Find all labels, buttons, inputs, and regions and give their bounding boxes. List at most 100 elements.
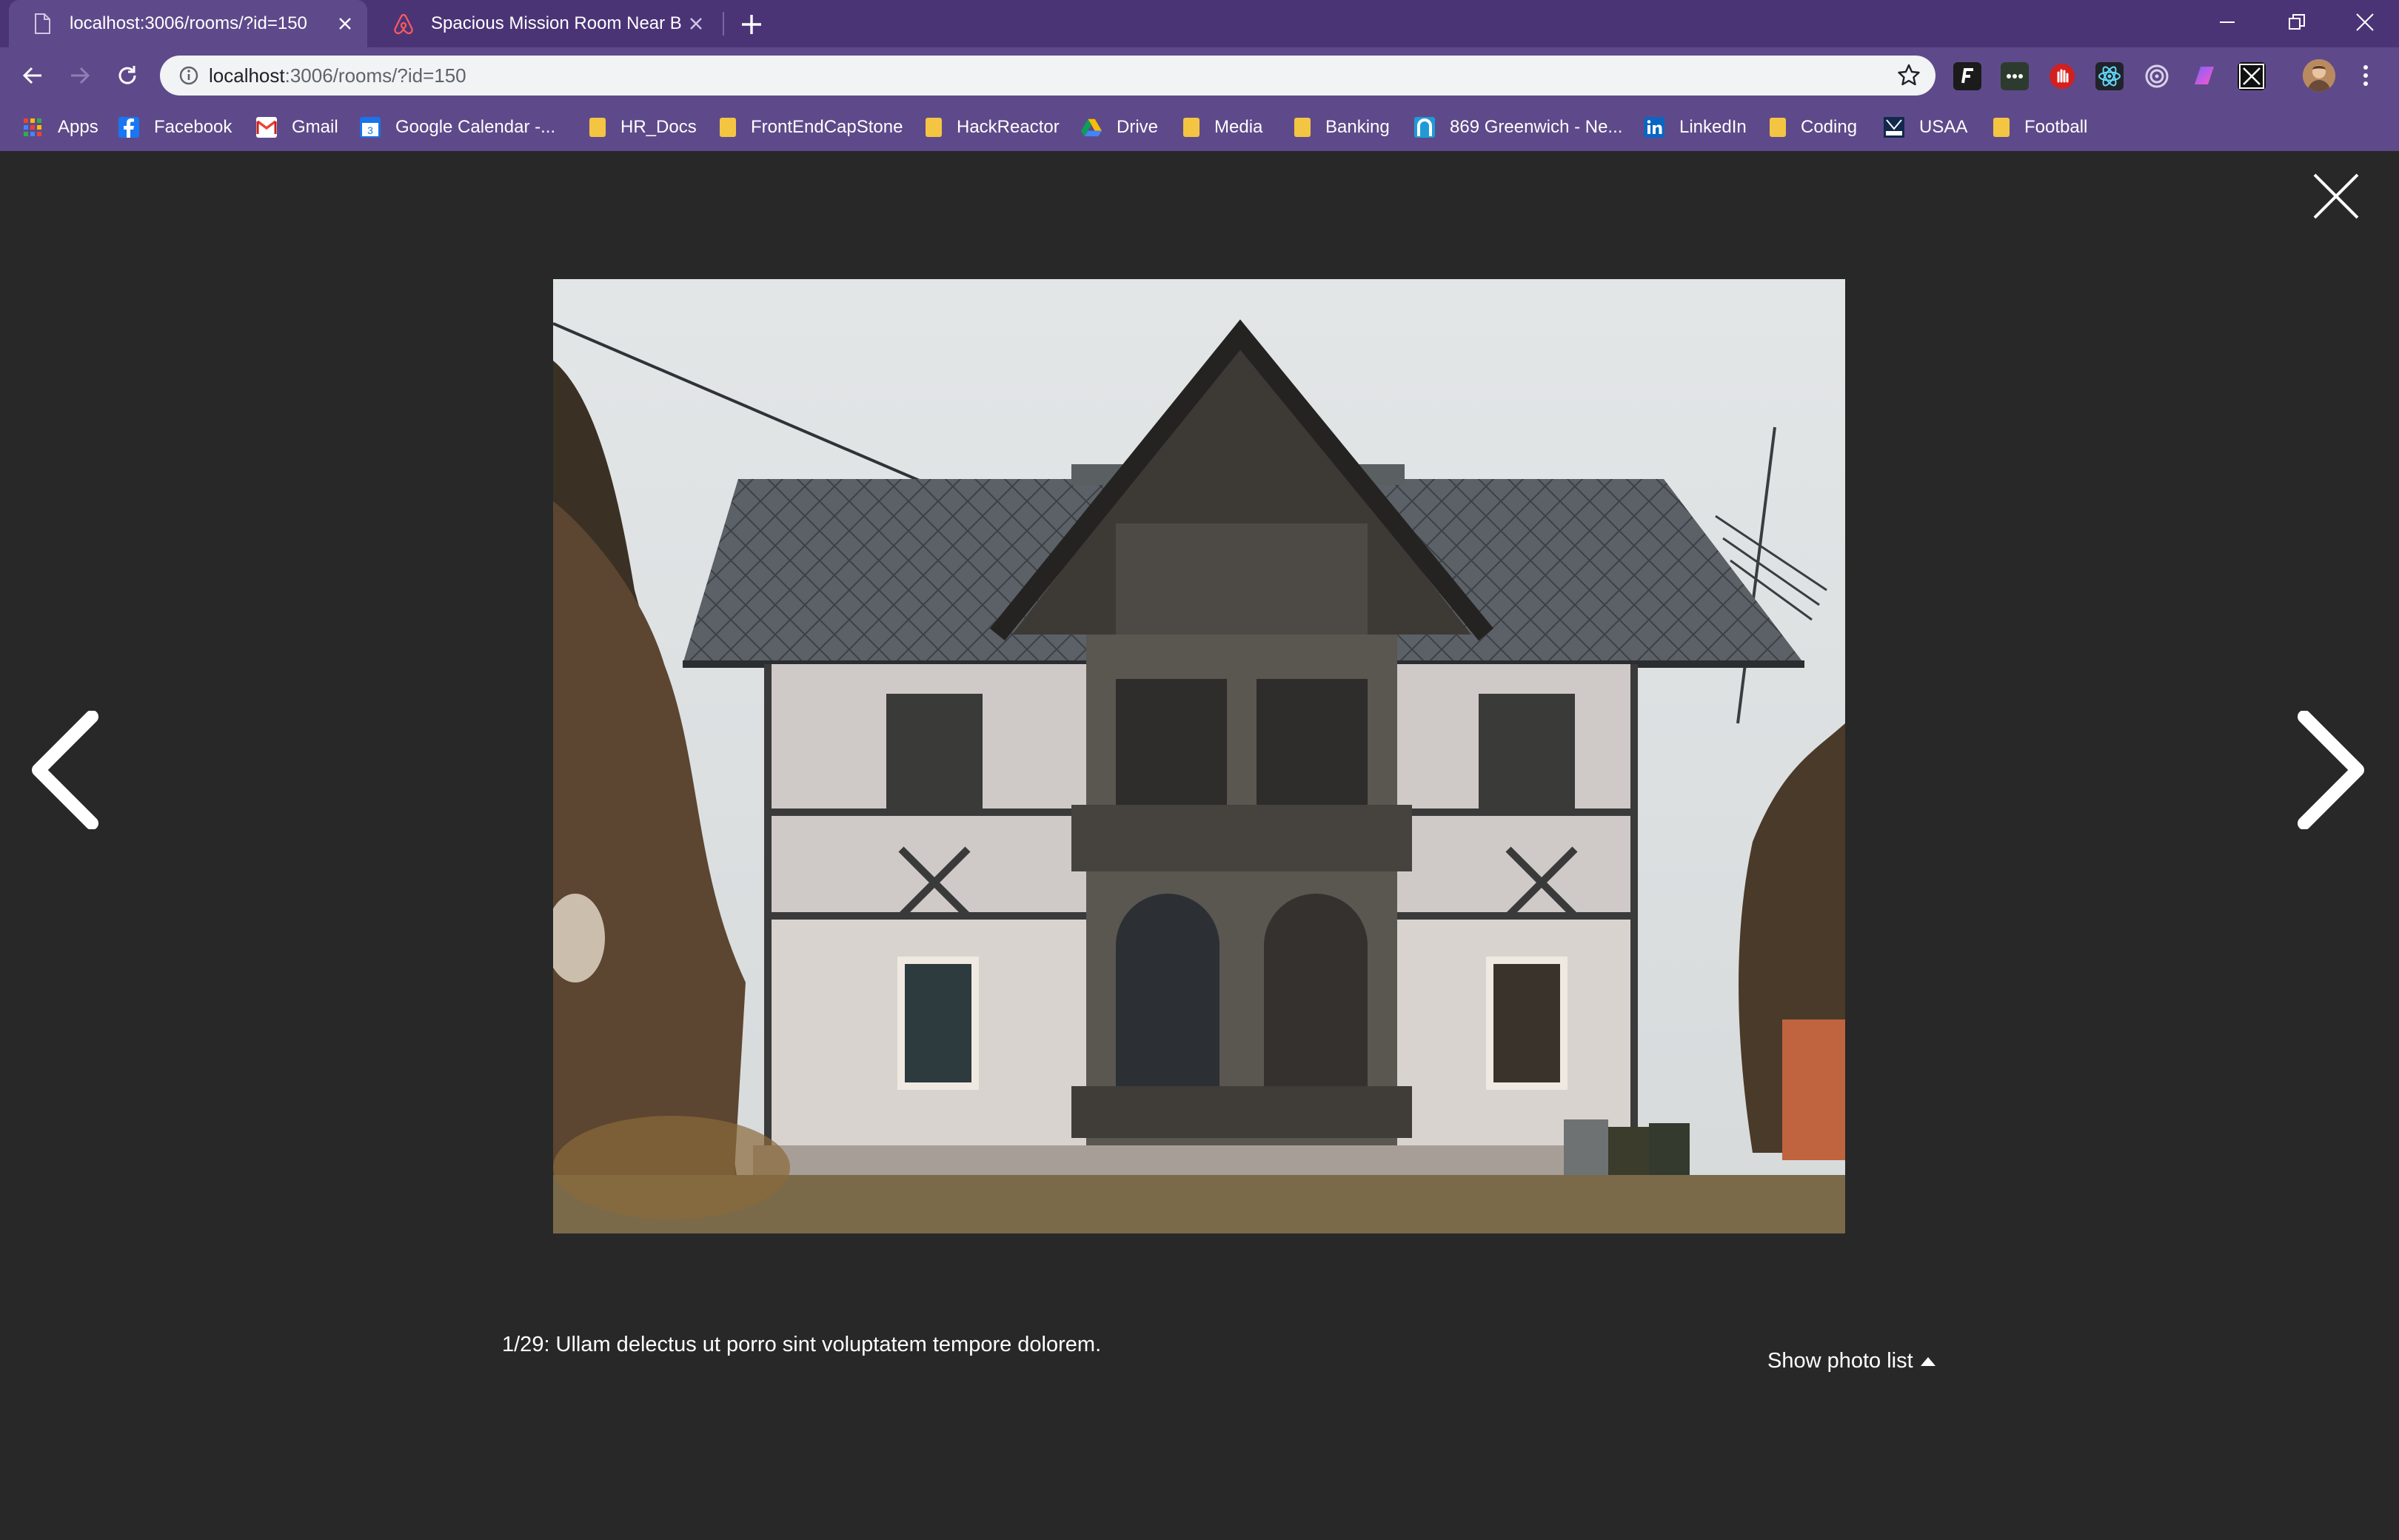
folder-icon <box>1770 118 1786 137</box>
linkedin-icon <box>1644 117 1664 138</box>
reload-icon <box>118 66 136 84</box>
calendar-icon: 3 <box>360 117 381 138</box>
folder-icon <box>589 118 606 137</box>
tab-divider <box>723 12 724 36</box>
more-vert-icon <box>2363 65 2368 86</box>
photo-caption: 1/29: Ullam delectus ut porro sint volupt… <box>502 1333 1101 1357</box>
chevron-left-icon <box>32 710 98 830</box>
bookmark-apps[interactable]: Apps <box>22 104 98 151</box>
house-photo <box>553 279 1845 1233</box>
address-bar[interactable]: localhost:3006/rooms/?id=150 <box>160 56 1935 96</box>
bookmark-coding[interactable]: Coding <box>1770 104 1857 151</box>
new-tab-button[interactable] <box>733 6 770 43</box>
drive-icon <box>1081 117 1102 138</box>
bookmark-label: FrontEndCapStone <box>751 117 903 137</box>
apps-grid-icon <box>22 117 43 138</box>
bookmark-football[interactable]: Football <box>1993 104 2087 151</box>
folder-icon <box>1183 118 1200 137</box>
bookmark-drive[interactable]: Drive <box>1081 104 1158 151</box>
bookmark-label: Football <box>2024 117 2088 137</box>
tab-strip: localhost:3006/rooms/?id=150 Spacious Mi… <box>0 0 2399 47</box>
show-photo-list-label: Show photo list <box>1767 1349 1913 1373</box>
info-icon[interactable] <box>169 65 209 86</box>
extension-target-icon[interactable] <box>2143 62 2171 90</box>
tab-title: Spacious Mission Room Near BART <box>431 13 681 33</box>
extension-dots-icon[interactable] <box>2001 62 2029 90</box>
extension-f-icon[interactable] <box>1953 62 1981 90</box>
bookmark-label: Coding <box>1801 117 1858 137</box>
airbnb-icon <box>392 13 415 35</box>
extension-color-icon[interactable] <box>2190 62 2218 90</box>
avatar[interactable] <box>2303 59 2335 92</box>
minimize-button[interactable] <box>2193 0 2261 44</box>
bookmark-banking[interactable]: Banking <box>1294 104 1390 151</box>
restore-icon <box>2289 14 2305 30</box>
bookmark-label: Media <box>1214 117 1263 137</box>
bookmark-869-greenwich[interactable]: 869 Greenwich - Ne... <box>1414 104 1622 151</box>
bookmark-label: HackReactor <box>957 117 1060 137</box>
folder-icon <box>926 118 942 137</box>
bookmark-label: Banking <box>1325 117 1390 137</box>
forward-button[interactable] <box>61 56 99 95</box>
restore-button[interactable] <box>2263 0 2331 44</box>
bookmark-media[interactable]: Media <box>1183 104 1262 151</box>
close-icon <box>2313 173 2359 219</box>
bookmark-linkedin[interactable]: LinkedIn <box>1644 104 1747 151</box>
reload-button[interactable] <box>108 56 147 95</box>
close-window-button[interactable] <box>2331 0 2399 44</box>
back-button[interactable] <box>13 56 52 95</box>
tab-localhost[interactable]: localhost:3006/rooms/?id=150 <box>9 0 367 47</box>
svg-text:3: 3 <box>367 124 373 136</box>
close-tab-icon[interactable] <box>681 9 711 38</box>
folder-icon <box>1993 118 2010 137</box>
bookmark-label: Gmail <box>292 117 338 137</box>
bookmark-hr-docs[interactable]: HR_Docs <box>589 104 697 151</box>
page-icon <box>31 13 53 35</box>
bookmark-label: Facebook <box>154 117 232 137</box>
extension-hand-icon[interactable] <box>2048 62 2076 90</box>
extension-x-icon[interactable] <box>2238 62 2266 90</box>
bookmark-label: Apps <box>58 117 98 137</box>
facebook-icon <box>118 117 139 138</box>
bookmark-label: HR_Docs <box>620 117 697 137</box>
tab-airbnb[interactable]: Spacious Mission Room Near BART <box>370 0 718 47</box>
bookmark-facebook[interactable]: Facebook <box>118 104 232 151</box>
bookmark-google-calendar[interactable]: 3 Google Calendar -... <box>360 104 555 151</box>
caret-up-icon <box>1920 1356 1935 1366</box>
url-host: localhost <box>209 64 285 87</box>
bookmark-label: Drive <box>1117 117 1159 137</box>
browser-toolbar: localhost:3006/rooms/?id=150 <box>0 47 2399 104</box>
folder-icon <box>1294 118 1311 137</box>
bookmark-label: USAA <box>1919 117 1968 137</box>
site-icon <box>1414 117 1435 138</box>
show-photo-list-button[interactable]: Show photo list <box>1767 1349 1935 1373</box>
minimize-icon <box>2220 21 2235 23</box>
photo-counter: 1/29 <box>502 1333 544 1356</box>
close-lightbox-button[interactable] <box>2312 172 2360 221</box>
usaa-icon <box>1884 117 1904 138</box>
url-text: localhost:3006/rooms/?id=150 <box>209 64 466 87</box>
forward-arrow-icon <box>71 67 90 84</box>
chevron-right-icon <box>2298 710 2364 830</box>
close-icon <box>2356 13 2374 31</box>
bookmark-label: Google Calendar -... <box>395 117 556 137</box>
bookmarks-bar: Apps Facebook Gmail 3 Google Calendar -.… <box>0 104 2399 151</box>
url-path: :3006/rooms/?id=150 <box>284 64 466 87</box>
previous-photo-button[interactable] <box>27 710 101 830</box>
plus-icon <box>742 15 761 34</box>
folder-icon <box>720 118 736 137</box>
browser-menu-button[interactable] <box>2347 56 2384 95</box>
bookmark-frontendcapstone[interactable]: FrontEndCapStone <box>720 104 903 151</box>
bookmark-gmail[interactable]: Gmail <box>256 104 338 151</box>
next-photo-button[interactable] <box>2295 710 2369 830</box>
extension-react-icon[interactable] <box>2095 62 2124 90</box>
bookmark-star-icon[interactable] <box>1897 63 1921 90</box>
bookmark-label: 869 Greenwich - Ne... <box>1450 117 1623 137</box>
close-tab-icon[interactable] <box>330 9 360 38</box>
gmail-icon <box>256 117 277 138</box>
back-arrow-icon <box>22 67 41 84</box>
bookmark-usaa[interactable]: USAA <box>1884 104 1967 151</box>
bookmark-label: LinkedIn <box>1679 117 1747 137</box>
bookmark-hackreactor[interactable]: HackReactor <box>926 104 1060 151</box>
caption-text: Ullam delectus ut porro sint voluptatem … <box>555 1333 1102 1356</box>
